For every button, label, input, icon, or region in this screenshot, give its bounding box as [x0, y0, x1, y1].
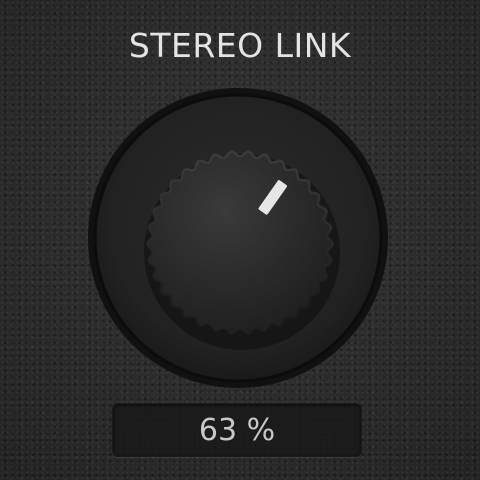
stereo-link-panel: STEREO LINK 63 %: [0, 0, 480, 480]
value-display[interactable]: 63 %: [112, 403, 362, 457]
knob-cap: [146, 150, 334, 338]
